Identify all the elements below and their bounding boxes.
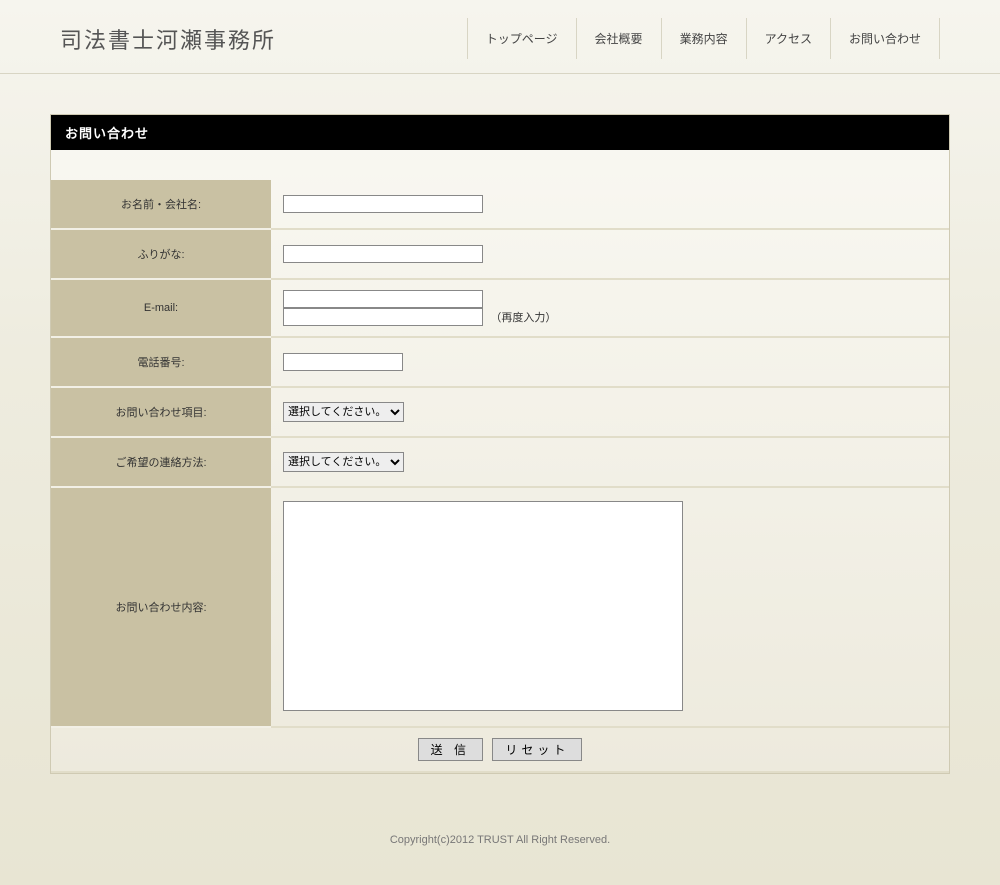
row-body: お問い合わせ内容:: [51, 487, 949, 727]
textarea-body[interactable]: [283, 501, 683, 711]
contact-form: お名前・会社名: ふりがな: E-mail: （再度入力）: [51, 150, 949, 773]
input-email-confirm[interactable]: [283, 308, 483, 326]
row-buttons: 送 信 リセット: [51, 727, 949, 772]
label-body: お問い合わせ内容:: [51, 487, 271, 727]
row-name: お名前・会社名:: [51, 180, 949, 229]
input-kana[interactable]: [283, 245, 483, 263]
label-email: E-mail:: [51, 279, 271, 337]
main-nav: トップページ 会社概要 業務内容 アクセス お問い合わせ: [467, 18, 940, 59]
label-contact-method: ご希望の連絡方法:: [51, 437, 271, 487]
email-note: （再度入力）: [490, 312, 556, 324]
nav-company[interactable]: 会社概要: [576, 18, 661, 59]
label-topic: お問い合わせ項目:: [51, 387, 271, 437]
label-tel: 電話番号:: [51, 337, 271, 387]
section-title: お問い合わせ: [51, 115, 949, 150]
nav-contact[interactable]: お問い合わせ: [830, 18, 940, 59]
row-tel: 電話番号:: [51, 337, 949, 387]
nav-access[interactable]: アクセス: [746, 18, 830, 59]
nav-top[interactable]: トップページ: [467, 18, 576, 59]
nav-services[interactable]: 業務内容: [661, 18, 746, 59]
site-title: 司法書士河瀬事務所: [60, 23, 276, 55]
input-name[interactable]: [283, 195, 483, 213]
header: 司法書士河瀬事務所 トップページ 会社概要 業務内容 アクセス お問い合わせ: [0, 0, 1000, 74]
select-topic[interactable]: 選択してください。: [283, 402, 404, 422]
row-kana: ふりがな:: [51, 229, 949, 279]
input-tel[interactable]: [283, 353, 403, 371]
content-panel: お問い合わせ お名前・会社名: ふりがな: E-mail: （再度: [50, 114, 950, 774]
row-email: E-mail: （再度入力）: [51, 279, 949, 337]
label-name: お名前・会社名:: [51, 180, 271, 229]
footer-copyright: Copyright(c)2012 TRUST All Right Reserve…: [0, 794, 1000, 876]
input-email[interactable]: [283, 290, 483, 308]
label-kana: ふりがな:: [51, 229, 271, 279]
select-contact-method[interactable]: 選択してください。: [283, 452, 404, 472]
row-topic: お問い合わせ項目: 選択してください。: [51, 387, 949, 437]
submit-button[interactable]: 送 信: [418, 738, 483, 761]
reset-button[interactable]: リセット: [492, 738, 582, 761]
row-contact-method: ご希望の連絡方法: 選択してください。: [51, 437, 949, 487]
